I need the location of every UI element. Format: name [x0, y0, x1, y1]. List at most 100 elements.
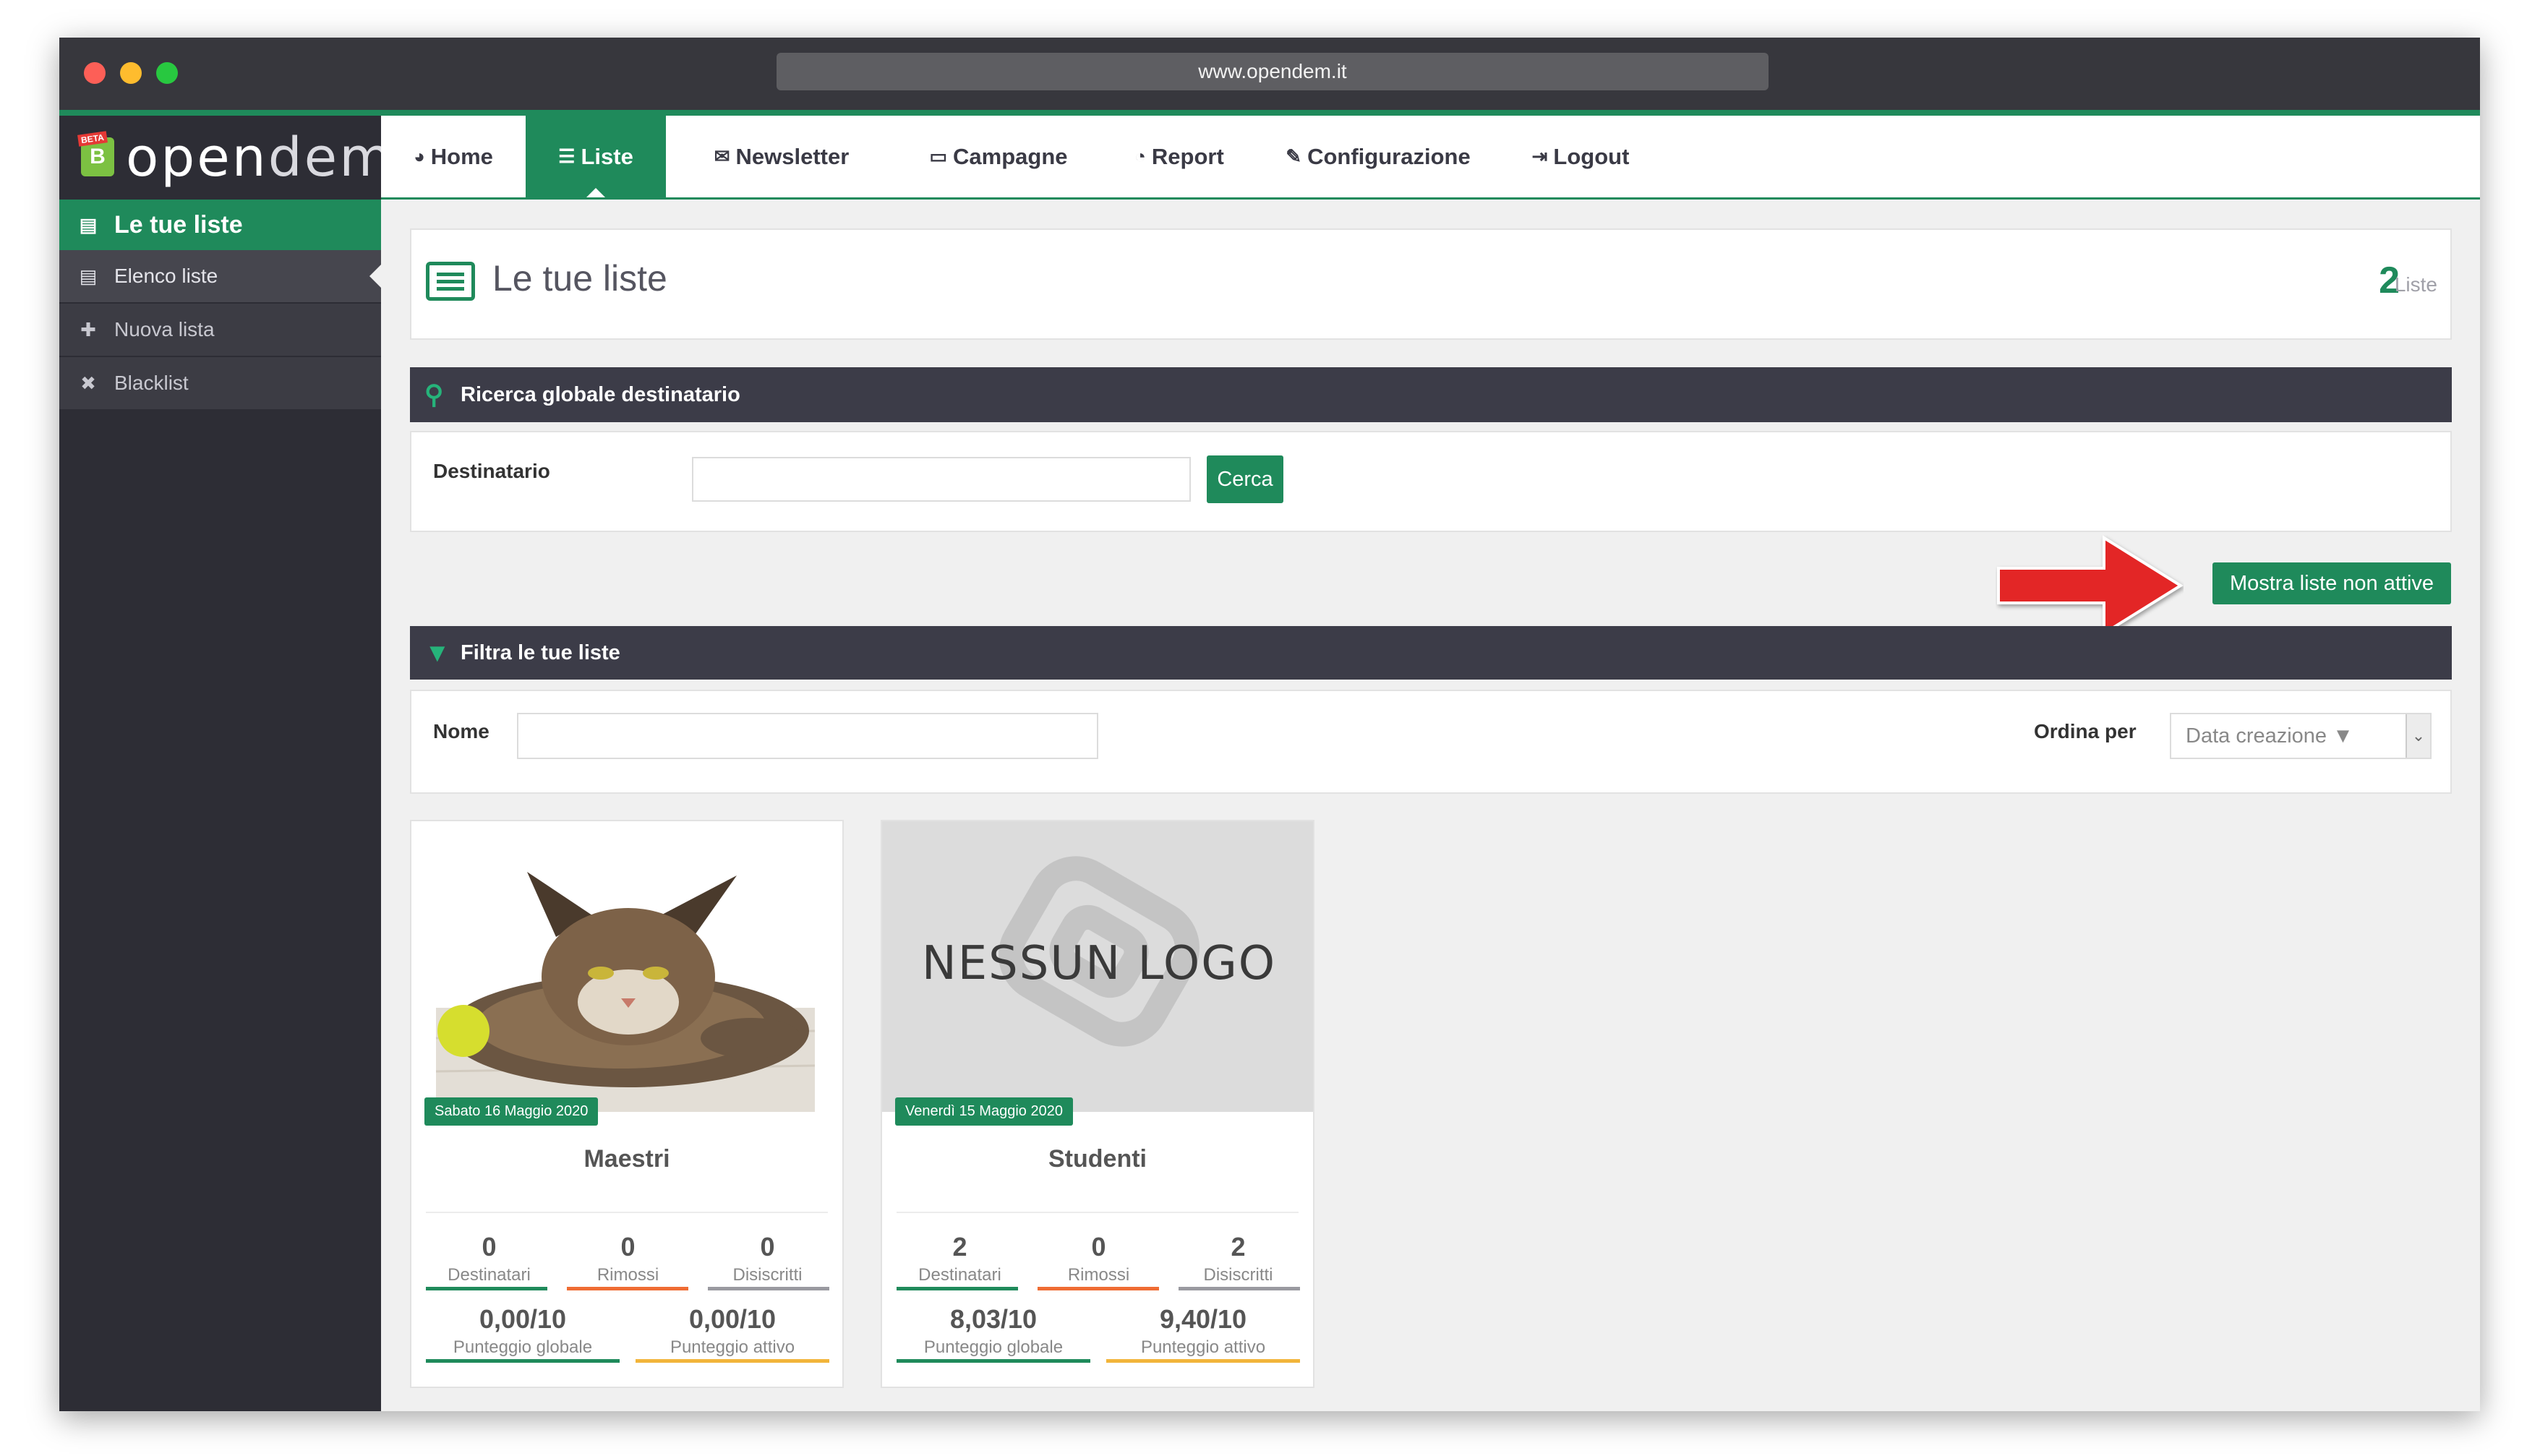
- punteggio-globale-value: 8,03/10: [949, 1304, 1038, 1334]
- punteggio-attivo-stat: 9,40/10 Punteggio attivo: [1106, 1304, 1300, 1358]
- disiscritti-value: 0: [760, 1232, 775, 1262]
- sidebar: ▤ Le tue liste ▤ Elenco liste ✚ Nuova lista…: [59, 200, 381, 1411]
- rimossi-value: 0: [1091, 1232, 1106, 1262]
- list-name[interactable]: Studenti: [882, 1145, 1313, 1173]
- logo-text-open: open: [126, 127, 268, 189]
- punteggio-globale-underline: [426, 1359, 620, 1363]
- nessun-logo-text: NESSUN LOGO: [921, 937, 1277, 990]
- divider: [897, 1212, 1299, 1213]
- close-window-button[interactable]: [84, 62, 106, 84]
- nav-liste[interactable]: ☰ Liste: [526, 116, 666, 197]
- nav-newsletter[interactable]: ✉ Newsletter: [666, 116, 897, 197]
- disiscritti-underline: [1179, 1287, 1300, 1290]
- app-logo[interactable]: B BETA opendem: [59, 116, 391, 200]
- sign-out-icon: ⇥: [1531, 145, 1548, 167]
- user-block-icon: ✖: [80, 372, 96, 394]
- top-navigation: ◕ Home ☰ Liste ✉ Newsletter ▭ Campagne ◔ Repo…: [381, 116, 2480, 200]
- address-bar[interactable]: www.opendem.it: [777, 53, 1769, 90]
- destinatario-input[interactable]: [692, 457, 1191, 502]
- destinatari-stat: 2 Destinatari: [897, 1232, 1023, 1285]
- header-accent-line: [59, 110, 2480, 116]
- nav-configurazione-label: Configurazione: [1307, 143, 1471, 169]
- destinatari-value: 0: [482, 1232, 497, 1262]
- nav-logout[interactable]: ⇥ Logout: [1497, 116, 1664, 197]
- punteggio-attivo-underline: [636, 1359, 829, 1363]
- divider: [426, 1212, 828, 1213]
- search-section-title: Ricerca globale destinatario: [461, 382, 740, 406]
- disiscritti-stat: 2 Disiscritti: [1175, 1232, 1301, 1285]
- filter-section-header: ▼ Filtra le tue liste: [410, 626, 2452, 680]
- disiscritti-value: 2: [1231, 1232, 1246, 1262]
- rimossi-label: Rimossi: [1067, 1265, 1130, 1285]
- ordina-per-select[interactable]: Data creazione ▼ ⌄: [2170, 713, 2432, 759]
- punteggio-attivo-label: Punteggio attivo: [1140, 1337, 1266, 1357]
- list-card[interactable]: Sabato 16 Maggio 2020 Maestri 0 Destinat…: [410, 820, 844, 1388]
- ordina-per-value: Data creazione ▼: [2186, 724, 2353, 748]
- disiscritti-underline: [708, 1287, 829, 1290]
- wrench-icon: ✎: [1286, 145, 1302, 167]
- sidebar-header-label: Le tue liste: [114, 210, 243, 239]
- sidebar-item-nuova-lista[interactable]: ✚ Nuova lista: [59, 304, 381, 357]
- show-inactive-lists-button[interactable]: Mostra liste non attive: [2212, 562, 2451, 604]
- list-count-label: Liste: [2394, 273, 2437, 296]
- nav-report[interactable]: ◔ Report: [1100, 116, 1259, 197]
- destinatari-stat: 0 Destinatari: [426, 1232, 552, 1285]
- nav-liste-label: Liste: [581, 143, 633, 169]
- list-card[interactable]: NESSUN LOGO Venerdì 15 Maggio 2020 Stude…: [881, 820, 1314, 1388]
- creation-date-badge: Venerdì 15 Maggio 2020: [895, 1097, 1073, 1126]
- logo-text: opendem: [126, 129, 393, 187]
- red-arrow-annotation: [1997, 535, 2184, 636]
- list-icon: ▤: [79, 265, 98, 287]
- ordina-per-label: Ordina per: [2034, 720, 2137, 742]
- cerca-button[interactable]: Cerca: [1207, 455, 1283, 503]
- nav-campagne[interactable]: ▭ Campagne: [897, 116, 1100, 197]
- punteggio-globale-value: 0,00/10: [479, 1304, 567, 1334]
- pie-chart-icon: ◔: [1134, 145, 1146, 167]
- rimossi-stat: 0 Rimossi: [565, 1232, 691, 1285]
- punteggio-globale-label: Punteggio globale: [923, 1337, 1064, 1357]
- logo-text-dem: dem: [268, 127, 394, 189]
- punteggio-attivo-value: 9,40/10: [1159, 1304, 1247, 1334]
- sidebar-header[interactable]: ▤ Le tue liste: [59, 200, 381, 250]
- filter-panel: Nome Ordina per Data creazione ▼ ⌄: [410, 690, 2452, 794]
- rimossi-value: 0: [620, 1232, 636, 1262]
- punteggio-attivo-value: 0,00/10: [688, 1304, 777, 1334]
- punteggio-attivo-underline: [1106, 1359, 1300, 1363]
- nav-configurazione[interactable]: ✎ Configurazione: [1259, 116, 1497, 197]
- search-icon: ⚲: [424, 380, 444, 409]
- nav-report-label: Report: [1151, 143, 1224, 169]
- list-name[interactable]: Maestri: [411, 1145, 842, 1173]
- punteggio-globale-stat: 0,00/10 Punteggio globale: [426, 1304, 620, 1358]
- disiscritti-stat: 0 Disiscritti: [704, 1232, 831, 1285]
- filter-icon: ▼: [424, 638, 450, 667]
- rimossi-stat: 0 Rimossi: [1035, 1232, 1162, 1285]
- minimize-window-button[interactable]: [120, 62, 142, 84]
- rimossi-underline: [1038, 1287, 1159, 1290]
- plus-icon: ✚: [80, 318, 96, 341]
- punteggio-attivo-stat: 0,00/10 Punteggio attivo: [636, 1304, 829, 1358]
- punteggio-globale-underline: [897, 1359, 1090, 1363]
- search-section-header: ⚲ Ricerca globale destinatario: [410, 367, 2452, 422]
- destinatari-label: Destinatari: [918, 1265, 1001, 1285]
- sidebar-item-elenco-liste[interactable]: ▤ Elenco liste: [59, 250, 381, 304]
- rimossi-underline: [567, 1287, 688, 1290]
- nome-input[interactable]: [517, 713, 1098, 759]
- destinatario-label: Destinatario: [433, 460, 550, 482]
- destinatari-underline: [426, 1287, 547, 1290]
- destinatari-value: 2: [952, 1232, 967, 1262]
- nav-logout-label: Logout: [1553, 143, 1630, 169]
- envelope-icon: ✉: [714, 145, 730, 167]
- creation-date-badge: Sabato 16 Maggio 2020: [424, 1097, 599, 1126]
- punteggio-globale-label: Punteggio globale: [453, 1337, 593, 1357]
- sidebar-item-blacklist[interactable]: ✖ Blacklist: [59, 357, 381, 411]
- chevron-down-icon: ⌄: [2406, 714, 2430, 758]
- page-title: Le tue liste: [492, 258, 667, 299]
- rimossi-label: Rimossi: [596, 1265, 659, 1285]
- list-alt-icon: [426, 262, 475, 301]
- nav-home[interactable]: ◕ Home: [381, 116, 526, 197]
- browser-titlebar: www.opendem.it: [59, 38, 2480, 110]
- page-header-panel: Le tue liste 2 Liste: [410, 228, 2452, 340]
- maximize-window-button[interactable]: [156, 62, 178, 84]
- browser-window: www.opendem.it B BETA opendem ◕ Home ☰ Lis…: [59, 38, 2480, 1411]
- list-icon: ☰: [558, 145, 576, 167]
